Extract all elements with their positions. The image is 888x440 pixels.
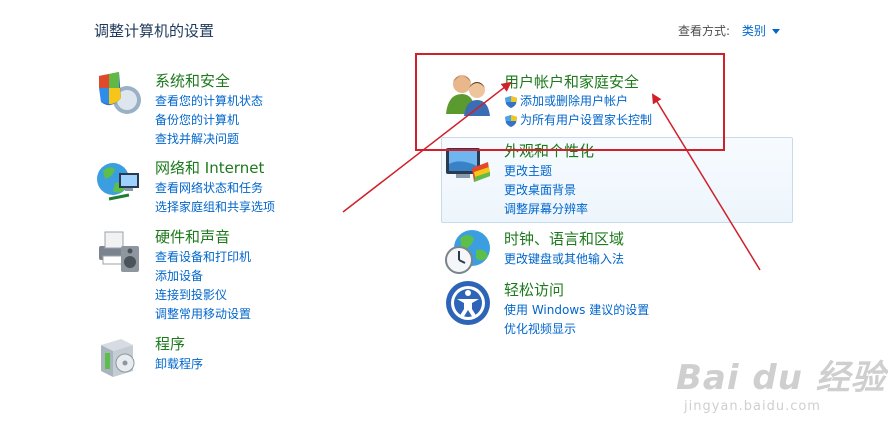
watermark-main: Bai du 经验: [676, 358, 886, 398]
watermark-sub: jingyan.baidu.com: [684, 399, 821, 414]
baidu-watermark: Bai du 经验 jingyan.baidu.com: [676, 350, 886, 414]
arrow-right: [651, 93, 761, 271]
arrow-left: [342, 81, 512, 213]
